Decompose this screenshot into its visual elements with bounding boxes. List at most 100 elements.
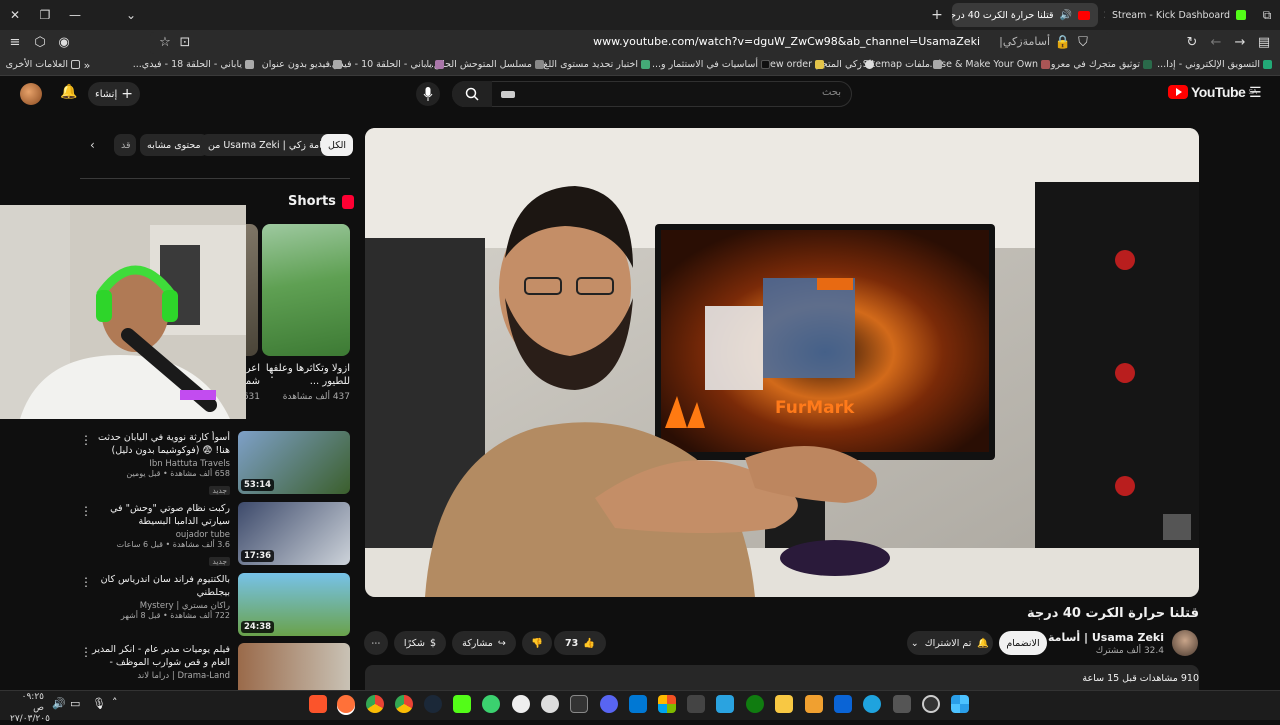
back-arrow-icon[interactable]: ← [1207,34,1225,52]
brave-icon[interactable] [309,695,327,713]
list-item[interactable]: 17:36 ركبت نظام صوتي "وحش" في سيارتي الد… [80,502,350,566]
chrome-icon[interactable] [395,695,413,713]
url-field[interactable]: ☆ ⊡ www.youtube.com/watch?v=dguW_ZwCw98&… [150,32,1110,54]
chip-all[interactable]: الكل [321,134,353,156]
hamburger-menu-icon[interactable]: ☰ [1249,85,1262,101]
audio-playing-icon[interactable]: 🔊 [1060,10,1072,21]
avatar[interactable] [20,83,42,105]
app-icon[interactable] [716,695,734,713]
channel-name[interactable]: oujador tube [90,530,230,540]
menu-icon[interactable]: ≡ [6,34,24,52]
list-item[interactable]: فيلم يوميات مدير عام - انكر المدير العام… [80,643,350,690]
bookmark-item[interactable]: توثيق متجرك في معروف [1041,59,1152,70]
video-thumbnail[interactable] [238,643,350,690]
display-icon[interactable]: ▭ [70,697,80,710]
more-actions-button[interactable]: ⋯ [364,631,388,655]
video-player[interactable]: FurMark [365,128,1199,597]
video-thumbnail[interactable]: 53:14 [238,431,350,494]
app-icon[interactable] [687,695,705,713]
epic-games-icon[interactable] [570,695,588,713]
sidebar-icon[interactable]: ▤ [1255,34,1273,52]
voice-search-button[interactable] [416,82,440,106]
workspaces-icon[interactable]: ⧉ [1258,6,1276,24]
list-item[interactable]: 53:14 أسوأ كارثة نووية في اليابان حدثت ه… [80,431,350,495]
like-button[interactable]: 73 👍 [554,631,606,655]
microsoft-icon[interactable] [658,695,676,713]
chip-from-channel[interactable]: من Usama Zeki | أسامة زكي [201,134,340,156]
new-tab-button[interactable]: + [928,6,946,24]
video-thumbnail[interactable]: 17:36 [238,502,350,565]
list-item[interactable]: 24:38 بالكتتيوم فراند سان اندرياس كان بي… [80,573,350,637]
keyboard-icon[interactable] [501,91,515,98]
short-title[interactable]: اعر شما... [246,362,260,388]
speaker-icon[interactable]: 🔊 [52,697,66,710]
tab-kick-dashboard[interactable]: Stream - Kick Dashboard ✕ [1104,3,1254,27]
video-title[interactable]: بالكتتيوم فراند سان اندرياس كان بيجلطني [90,573,230,599]
bookmark-star-icon[interactable]: ☆ [156,34,174,52]
vpn-icon[interactable]: ◉ [55,34,73,52]
lock-icon[interactable]: 🔒 [1054,34,1072,52]
minimize-window-icon[interactable]: — [66,6,84,24]
outlook-icon[interactable] [834,695,852,713]
channel-name[interactable]: راكان مستري | Mystery [90,601,230,611]
notifications-bell-icon[interactable]: 🔔 [60,84,77,100]
dislike-button[interactable]: 👎 [522,631,552,655]
bookmark-item[interactable]: اختبار تحديد مستوى اللغ... [534,59,650,70]
close-tab-icon[interactable]: ✕ [1104,8,1106,22]
chip-related[interactable]: محتوى مشابه [140,134,208,156]
video-thumbnail[interactable]: 24:38 [238,573,350,636]
more-options-icon[interactable]: ⋮ [80,645,92,659]
more-options-icon[interactable]: ⋮ [80,433,92,447]
screenshot-icon[interactable]: ⊡ [176,34,194,52]
reload-icon[interactable]: ↻ [1183,34,1201,52]
subscribed-button[interactable]: ⌄ تم الاشتراك 🔔 [907,631,993,655]
close-window-icon[interactable]: ✕ [6,6,24,24]
video-title[interactable]: أسوأ كارثة نووية في اليابان حدثت هنا! 😨 … [90,431,230,457]
share-button[interactable]: مشاركة ↪ [452,631,516,655]
steam-icon[interactable] [424,695,442,713]
restore-window-icon[interactable]: ❐ [36,6,54,24]
windows-start-icon[interactable] [951,695,969,713]
app-icon[interactable] [805,695,823,713]
bookmark-item[interactable]: New order [763,59,824,70]
bookmark-item[interactable]: أساسيات في الاستثمار و... [652,59,770,70]
app-icon[interactable] [482,695,500,713]
chrome-icon[interactable] [366,695,384,713]
join-button[interactable]: الانضمام [999,631,1047,655]
other-bookmarks-folder[interactable]: العلامات الأخرى [6,59,80,70]
app-icon[interactable] [893,695,911,713]
chevron-up-icon[interactable]: ˄ [112,696,118,709]
channel-name[interactable]: Ibn Hattuta Travels [90,459,230,469]
obs-icon[interactable] [541,695,559,713]
search-input[interactable]: بحث [452,81,852,107]
tab-youtube-video[interactable]: 🔊 قتلنا حرارة الكرت 40 درجة :e ✕ [952,3,1098,27]
bookmark-item[interactable]: ياباني - الحلقة 18 - فيدي... [133,59,254,70]
video-title[interactable]: فيلم يوميات مدير عام - انكر المدير العام… [90,643,230,669]
chips-scroll-left-icon[interactable]: ‹ [90,138,95,152]
bookmark-item[interactable]: فيديو بدون عنوان [262,59,342,70]
channel-avatar[interactable] [1172,630,1198,656]
chip-more[interactable]: قد [114,134,136,156]
bookmark-item[interactable]: التسويق الإلكتروني - إدا... [1157,59,1272,70]
edge-icon[interactable] [863,695,881,713]
forward-arrow-icon[interactable]: → [1231,34,1249,52]
channel-name[interactable]: Drama-Land | دراما لاند [90,671,230,681]
bookmark-item[interactable]: ise & Make Your Own... [929,59,1050,70]
media-player-icon[interactable] [512,695,530,713]
bookmark-item[interactable]: زكي المتجر [817,59,874,70]
xbox-icon[interactable] [746,695,764,713]
short-thumbnail[interactable] [262,224,350,356]
create-button[interactable]: إنشاء + [88,82,140,106]
more-options-icon[interactable]: ⋮ [80,575,92,589]
file-explorer-icon[interactable] [775,695,793,713]
discord-icon[interactable] [600,695,618,713]
extensions-icon[interactable]: ⬡ [31,34,49,52]
more-options-icon[interactable]: ⋮ [266,366,278,380]
search-button[interactable] [452,81,492,107]
kick-icon[interactable] [453,695,471,713]
firefox-icon[interactable] [337,695,355,713]
tab-list-chevron-icon[interactable]: ⌄ [122,6,140,24]
thanks-button[interactable]: شكرًا $ [394,631,446,655]
taskbar-search-icon[interactable] [922,695,940,713]
taskbar-clock[interactable]: ٠٩:٢٥ ص ٢٧/٠٣/٢٠٥ [10,692,50,725]
